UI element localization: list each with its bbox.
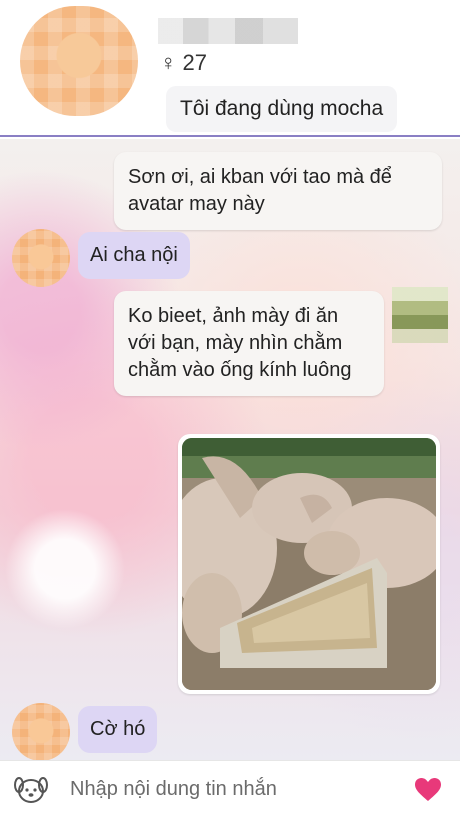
female-icon: ♀: [160, 50, 177, 75]
pigs-photo: [182, 438, 436, 690]
dog-face-icon[interactable]: [14, 775, 48, 805]
chat-messages[interactable]: Sơn ơi, ai kban với tao mà để avatar may…: [0, 139, 460, 761]
message-incoming[interactable]: Cờ hó: [78, 706, 158, 753]
message-incoming[interactable]: Ai cha nội: [78, 232, 190, 279]
contact-name-blurred: [158, 18, 298, 44]
message-input[interactable]: Nhập nội dung tin nhắn: [70, 778, 414, 801]
contact-age: 27: [182, 50, 207, 75]
contact-status: Tôi đang dùng mocha: [166, 86, 398, 132]
message-text: Sơn ơi, ai kban với tao mà để avatar may…: [128, 166, 392, 215]
message-input-bar: Nhập nội dung tin nhắn: [0, 760, 460, 818]
contact-avatar-small[interactable]: [12, 703, 70, 761]
contact-avatar-small[interactable]: [12, 229, 70, 287]
message-image[interactable]: [178, 434, 440, 694]
message-text: Ko bieet, ảnh mày đi ăn với bạn, mày nhì…: [128, 305, 352, 381]
message-outgoing[interactable]: Ko bieet, ảnh mày đi ăn với bạn, mày nhì…: [114, 291, 384, 396]
user-avatar[interactable]: [392, 287, 448, 343]
message-outgoing[interactable]: Sơn ơi, ai kban với tao mà để avatar may…: [114, 152, 442, 230]
message-text: Ai cha nội: [90, 244, 178, 266]
chat-header: ♀ 27 Tôi đang dùng mocha: [0, 0, 460, 137]
contact-avatar[interactable]: [20, 6, 138, 116]
message-text: Cờ hó: [90, 718, 146, 740]
contact-gender-age: ♀ 27: [160, 50, 207, 76]
heart-icon[interactable]: [414, 777, 442, 803]
